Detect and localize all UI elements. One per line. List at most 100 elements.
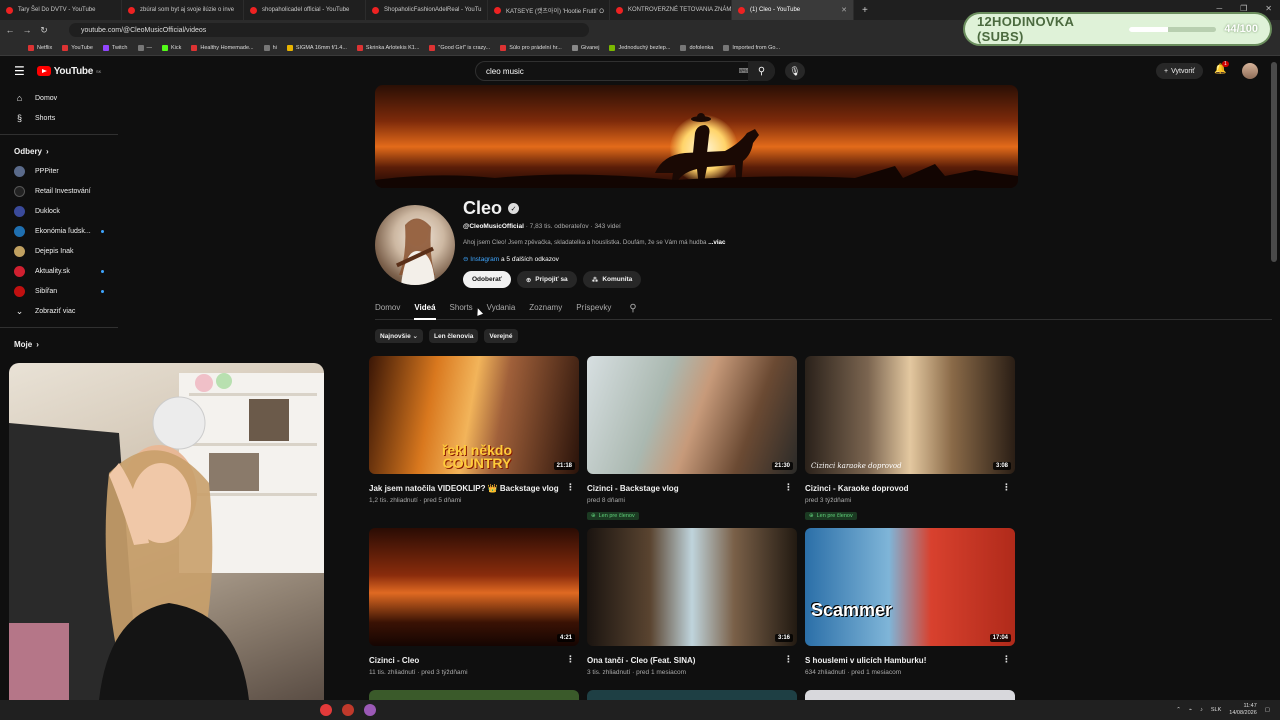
video-card[interactable]: Scammer 17:04 S houslemi v ulicích Hambu… — [805, 528, 1015, 676]
bookmark[interactable]: "Good Girl" is crazy... — [429, 44, 490, 51]
minimize-icon[interactable]: ─ — [1216, 4, 1222, 13]
youtube-logo[interactable]: YouTube SK — [36, 66, 101, 77]
more-actions-icon[interactable]: ⋮ — [566, 654, 575, 665]
tab-playlists[interactable]: Zoznamy — [529, 300, 562, 320]
bookmark[interactable]: hi — [263, 44, 277, 51]
url-field[interactable]: youtube.com/@CleoMusicOfficial/videos — [69, 23, 589, 37]
channel-search-icon[interactable]: ⚲ — [629, 300, 636, 320]
bookmark[interactable]: — — [137, 44, 152, 51]
more-actions-icon[interactable]: ⋮ — [784, 654, 793, 665]
video-thumbnail[interactable]: řekl někdo COUNTRY 21:18 — [369, 356, 579, 474]
bookmark[interactable]: Imported from Go... — [723, 44, 780, 51]
video-thumbnail[interactable]: 21:30 — [587, 356, 797, 474]
browser-tab[interactable]: ShopaholicFashionAdelReal - YouTu — [366, 0, 488, 20]
subscribe-button[interactable]: Odoberať — [463, 271, 511, 288]
sidebar-item-shorts[interactable]: § Shorts — [0, 108, 120, 128]
bookmark[interactable]: dofolenka — [680, 44, 713, 51]
bookmark[interactable]: Súlo pro prádelní hr... — [500, 44, 562, 51]
page-scrollbar[interactable] — [1271, 62, 1277, 262]
close-window-icon[interactable]: ✕ — [1265, 4, 1272, 13]
tab-releases[interactable]: Vydania — [487, 300, 516, 320]
browser-tab[interactable]: Tary Šel Do DVTV - YouTube — [0, 0, 122, 20]
taskbar-app-icon[interactable] — [364, 704, 376, 716]
clock[interactable]: 11:47 14/08/2026 — [1229, 703, 1257, 717]
browser-tab[interactable]: shopaholicadel official - YouTube — [244, 0, 366, 20]
sidebar-subscription[interactable]: Ekonómia ľudsk... — [0, 221, 120, 241]
video-title[interactable]: Cizinci - Cleo — [369, 656, 565, 665]
bookmark[interactable]: Twitch — [102, 44, 128, 51]
video-title[interactable]: Jak jsem natočila VIDEOKLIP? 👑 Backstage… — [369, 484, 565, 493]
browser-tab[interactable]: zbúral som byt aj svoje ilúzie o inve — [122, 0, 244, 20]
new-tab-button[interactable]: + — [854, 5, 876, 16]
video-card[interactable]: 21:30 Cizinci - Backstage vlog pred 8 dň… — [587, 356, 797, 522]
chip-members-only[interactable]: Len členovia — [428, 329, 479, 343]
video-thumbnail[interactable]: Scammer 17:04 — [805, 528, 1015, 646]
video-thumbnail[interactable]: Cizinci karaoke doprovod 3:08 — [805, 356, 1015, 474]
more-actions-icon[interactable]: ⋮ — [784, 482, 793, 493]
bookmark[interactable]: Healthy Homemade... — [191, 44, 254, 51]
community-button[interactable]: ⁂ Komunita — [582, 271, 642, 288]
more-links[interactable]: a 5 ďalších odkazov — [501, 256, 559, 263]
video-title[interactable]: Ona tančí - Cleo (Feat. SINA) — [587, 656, 783, 665]
video-card[interactable]: řekl někdo COUNTRY 21:18 Jak jsem natoči… — [369, 356, 579, 504]
tab-home[interactable]: Domov — [375, 300, 400, 320]
join-button[interactable]: ⊕ Pripojiť sa — [516, 271, 577, 288]
sidebar-subscription[interactable]: Sibířan — [0, 281, 120, 301]
instagram-link[interactable]: Instagram — [470, 256, 499, 263]
video-card[interactable]: 4:21 Cizinci - Cleo 11 tis. zhliadnutí ·… — [369, 528, 579, 676]
taskbar-app-icon[interactable] — [320, 704, 332, 716]
sidebar-subscription[interactable]: Retail Investování — [0, 181, 120, 201]
sidebar-subscription[interactable]: PPPiter — [0, 161, 120, 181]
sidebar-subscription[interactable]: Duklock — [0, 201, 120, 221]
chevron-up-icon[interactable]: ⌃ — [1176, 707, 1181, 713]
create-button[interactable]: + Vytvoriť — [1156, 63, 1203, 79]
tab-shorts[interactable]: Shorts — [450, 300, 473, 320]
more-actions-icon[interactable]: ⋮ — [566, 482, 575, 493]
video-title[interactable]: S houslemi v ulicích Hamburku! — [805, 656, 1001, 665]
sidebar-subscription[interactable]: Aktuality.sk — [0, 261, 120, 281]
reload-icon[interactable]: ↻ — [37, 25, 51, 36]
video-thumbnail-partial[interactable] — [369, 690, 579, 700]
subscriptions-heading[interactable]: Odbery › — [0, 141, 120, 161]
sidebar-subscription[interactable]: Dejepis Inak — [0, 241, 120, 261]
hamburger-menu-icon[interactable]: ☰ — [14, 64, 25, 78]
browser-tab-active[interactable]: (1) Cleo - YouTube ✕ — [732, 0, 854, 20]
you-heading[interactable]: Moje › — [0, 334, 120, 354]
description-more-link[interactable]: ...viac — [708, 239, 725, 246]
video-card[interactable]: Cizinci karaoke doprovod 3:08 Cizinci - … — [805, 356, 1015, 522]
bookmark[interactable]: SIGMA 16mm f/1.4... — [286, 44, 347, 51]
more-actions-icon[interactable]: ⋮ — [1002, 654, 1011, 665]
bookmark[interactable]: Jednoduchý bezlep... — [609, 44, 670, 51]
sidebar-item-home[interactable]: ⌂ Domov — [0, 88, 120, 108]
browser-tab[interactable]: KATSEYE (캣츠아이) 'Hootie Frutti' O — [488, 0, 610, 20]
channel-links[interactable]: ⊖ Instagram a 5 ďalších odkazov — [463, 255, 559, 263]
video-title[interactable]: Cizinci - Backstage vlog — [587, 484, 783, 493]
account-avatar[interactable] — [1242, 63, 1258, 79]
maximize-icon[interactable]: ❐ — [1240, 4, 1247, 13]
bookmark[interactable]: Skrinka Arlotekis K1... — [356, 44, 419, 51]
tab-videos[interactable]: Videá — [414, 300, 436, 320]
video-thumbnail[interactable]: 4:21 — [369, 528, 579, 646]
video-title[interactable]: Cizinci - Karaoke doprovod — [805, 484, 1001, 493]
language-indicator[interactable]: SLK — [1211, 707, 1221, 713]
search-button[interactable]: ⚲ — [748, 61, 775, 81]
forward-icon[interactable]: → — [20, 25, 34, 35]
bookmark[interactable]: YouTube — [62, 44, 93, 51]
network-icon[interactable]: ⌁ — [1189, 707, 1192, 713]
tab-posts[interactable]: Príspevky — [576, 300, 611, 320]
voice-search-button[interactable]: 🎙 — [785, 62, 805, 80]
notifications-icon[interactable]: ▢ — [1265, 707, 1270, 713]
more-actions-icon[interactable]: ⋮ — [1002, 482, 1011, 493]
search-input[interactable]: cleo music ⌨ ✕ — [475, 61, 775, 81]
video-thumbnail-partial[interactable] — [805, 690, 1015, 700]
back-icon[interactable]: ← — [3, 25, 17, 35]
close-tab-icon[interactable]: ✕ — [841, 6, 847, 14]
channel-description[interactable]: Ahoj jsem Cleo! Jsem zpěvačka, skladatel… — [463, 239, 773, 246]
chip-newest[interactable]: Najnovšie ⌄ — [375, 329, 423, 343]
bookmark[interactable]: Netflix — [28, 44, 52, 51]
bookmark[interactable]: Givanej — [571, 44, 599, 51]
show-more-button[interactable]: ⌄ Zobraziť viac — [0, 301, 120, 321]
video-thumbnail-partial[interactable] — [587, 690, 797, 700]
volume-icon[interactable]: ♪ — [1200, 707, 1203, 713]
video-thumbnail[interactable]: 3:16 — [587, 528, 797, 646]
